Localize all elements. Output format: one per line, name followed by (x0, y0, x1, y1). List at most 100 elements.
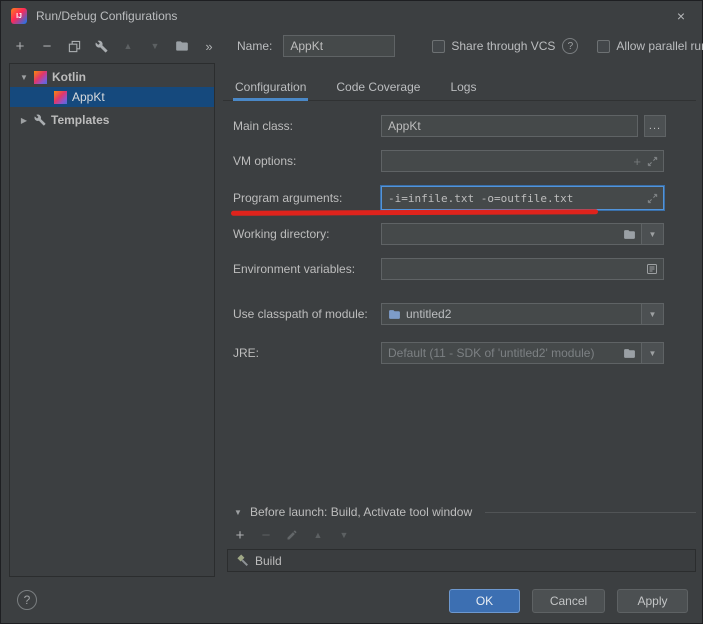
config-tabs: Configuration Code Coverage Logs (223, 75, 696, 101)
add-icon: + (16, 38, 25, 55)
main-class-input[interactable] (382, 119, 637, 133)
add-icon: + (236, 527, 245, 544)
jre-label: JRE: (233, 342, 259, 364)
share-vcs-checkbox[interactable]: Share through VCS (432, 39, 555, 53)
jre-value: Default (11 - SDK of 'untitled2' module) (382, 346, 623, 360)
wrench-icon (95, 40, 108, 53)
tab-configuration[interactable]: Configuration (233, 75, 308, 100)
folder-icon[interactable] (623, 347, 636, 360)
working-directory-field[interactable]: ▼ (381, 223, 664, 245)
add-icon[interactable]: + (633, 154, 641, 169)
move-to-folder-button[interactable] (171, 35, 193, 57)
configurations-tree: ▼ Kotlin AppKt ▶ Templates (9, 63, 215, 577)
add-configuration-button[interactable]: + (9, 35, 31, 57)
vm-options-label: VM options: (233, 150, 296, 172)
edit-templates-button[interactable] (90, 35, 112, 57)
build-task-row[interactable]: Build (228, 550, 695, 571)
name-label: Name: (237, 39, 272, 53)
name-input[interactable] (283, 35, 395, 57)
copy-icon (68, 40, 81, 53)
before-launch-header[interactable]: ▼ Before launch: Build, Activate tool wi… (233, 504, 696, 520)
task-down-button[interactable]: ▼ (335, 526, 353, 544)
vcs-help-icon[interactable]: ? (562, 38, 578, 54)
chevron-down-icon: ▼ (649, 349, 657, 358)
config-toolbar: + − ▲ ▼ » Name: (9, 31, 696, 61)
configuration-panel: Configuration Code Coverage Logs Main cl… (223, 63, 696, 577)
tree-item-appkt[interactable]: AppKt (10, 87, 214, 107)
working-directory-input[interactable] (382, 227, 623, 241)
chevron-down-icon[interactable]: ▼ (233, 508, 243, 517)
intellij-logo-icon: IJ (11, 8, 27, 24)
more-actions-button[interactable]: » (198, 35, 220, 57)
task-up-button[interactable]: ▲ (309, 526, 327, 544)
program-arguments-input[interactable] (382, 192, 647, 205)
run-debug-configurations-dialog: IJ Run/Debug Configurations × + − ▲ ▼ (0, 0, 703, 624)
env-variables-browse-icon[interactable] (646, 263, 658, 275)
chevron-down-icon[interactable]: ▼ (19, 73, 29, 82)
chevron-right-icon[interactable]: ▶ (19, 116, 29, 125)
pencil-icon (286, 529, 298, 541)
cancel-button[interactable]: Cancel (532, 589, 605, 613)
checkbox-box-icon (432, 40, 445, 53)
main-class-label: Main class: (233, 115, 293, 137)
folder-icon[interactable] (623, 228, 636, 241)
classpath-module-select[interactable]: untitled2 ▼ (381, 303, 664, 325)
jre-select[interactable]: Default (11 - SDK of 'untitled2' module)… (381, 342, 664, 364)
remove-task-button[interactable]: − (257, 526, 275, 544)
move-down-button[interactable]: ▼ (144, 35, 166, 57)
question-mark-glyph: ? (24, 593, 31, 607)
red-underline-annotation (231, 209, 598, 216)
apply-button[interactable]: Apply (617, 589, 688, 613)
ok-button[interactable]: OK (449, 589, 520, 613)
environment-variables-field[interactable] (381, 258, 664, 280)
close-button[interactable]: × (672, 7, 690, 25)
classpath-module-label: Use classpath of module: (233, 303, 368, 325)
tree-item-label: Kotlin (52, 70, 86, 84)
chevron-down-icon: ▼ (649, 230, 657, 239)
jre-dropdown-button[interactable]: ▼ (641, 343, 663, 363)
share-vcs-label: Share through VCS (451, 39, 555, 53)
classpath-module-value: untitled2 (406, 307, 451, 321)
expand-icon[interactable] (647, 193, 658, 204)
working-directory-label: Working directory: (233, 223, 329, 245)
add-task-button[interactable]: + (231, 526, 249, 544)
vm-options-field[interactable]: + (381, 150, 664, 172)
working-directory-dropdown-button[interactable]: ▼ (641, 224, 663, 244)
classpath-dropdown-button[interactable]: ▼ (641, 304, 663, 324)
tree-item-templates[interactable]: ▶ Templates (10, 110, 214, 130)
arrow-up-icon: ▲ (314, 530, 323, 540)
checkbox-box-icon (597, 40, 610, 53)
program-arguments-field[interactable] (381, 186, 664, 210)
arrow-down-icon: ▼ (340, 530, 349, 540)
remove-icon: − (262, 527, 271, 544)
hammer-icon (236, 554, 249, 567)
module-icon (388, 308, 401, 321)
ellipsis-icon: ... (649, 120, 661, 132)
expand-icon[interactable] (647, 156, 658, 167)
allow-parallel-label: Allow parallel run (616, 39, 703, 53)
main-class-field[interactable] (381, 115, 638, 137)
tab-logs[interactable]: Logs (448, 75, 478, 100)
question-mark-glyph: ? (568, 41, 574, 52)
dialog-title: Run/Debug Configurations (36, 9, 177, 23)
environment-variables-label: Environment variables: (233, 258, 355, 280)
help-button[interactable]: ? (17, 590, 37, 610)
environment-variables-input[interactable] (382, 262, 646, 276)
tree-item-label: Templates (51, 113, 109, 127)
titlebar: IJ Run/Debug Configurations × (1, 1, 702, 31)
folder-move-icon (175, 39, 189, 53)
allow-parallel-checkbox[interactable]: Allow parallel run (597, 39, 703, 53)
move-up-button[interactable]: ▲ (117, 35, 139, 57)
edit-task-button[interactable] (283, 526, 301, 544)
copy-configuration-button[interactable] (63, 35, 85, 57)
wrench-icon (34, 114, 46, 126)
remove-configuration-button[interactable]: − (36, 35, 58, 57)
tab-code-coverage[interactable]: Code Coverage (334, 75, 422, 100)
task-label: Build (255, 554, 282, 568)
browse-main-class-button[interactable]: ... (644, 115, 666, 137)
arrow-down-icon: ▼ (151, 41, 160, 51)
vm-options-input[interactable] (382, 154, 633, 168)
tree-item-kotlin[interactable]: ▼ Kotlin (10, 67, 214, 87)
chevron-double-right-icon: » (205, 39, 212, 54)
before-launch-task-list: Build (227, 549, 696, 572)
